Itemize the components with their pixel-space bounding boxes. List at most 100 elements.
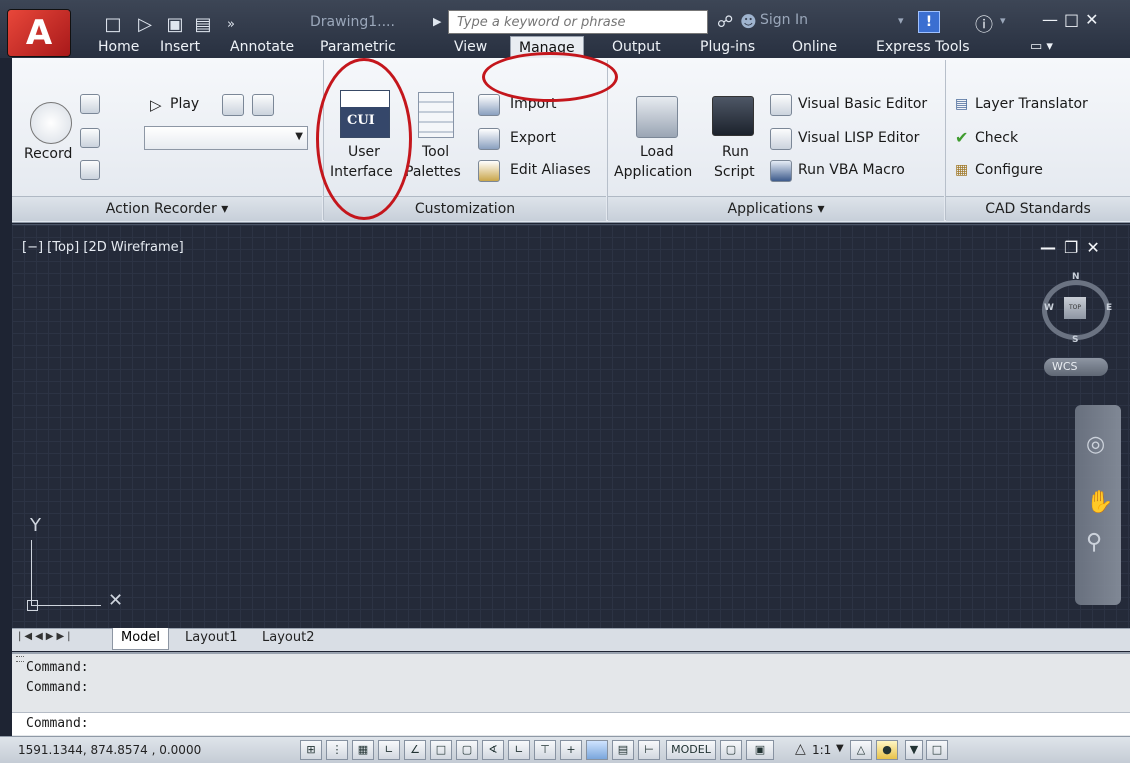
tab-view[interactable]: View	[454, 36, 487, 58]
ortho-mode-icon[interactable]: ∟	[378, 740, 400, 760]
selection-cycling-icon[interactable]: ⊢	[638, 740, 660, 760]
status-menu-icon[interactable]: ▼	[905, 740, 923, 760]
tab-output[interactable]: Output	[612, 36, 661, 58]
infer-constraints-icon[interactable]: ⊞	[300, 740, 322, 760]
object-snap-tracking-icon[interactable]: ∢	[482, 740, 504, 760]
viewport-close-icon[interactable]: ✕	[1086, 238, 1107, 257]
save-icon[interactable]: ▣	[162, 12, 188, 38]
lineweight-icon[interactable]: +	[560, 740, 582, 760]
record-icon[interactable]	[30, 102, 72, 144]
load-application-label-2[interactable]: Application	[614, 164, 692, 180]
grid-display-icon[interactable]: ▦	[352, 740, 374, 760]
visual-lisp-editor-icon[interactable]	[770, 128, 792, 150]
binoculars-icon[interactable]: ☍	[717, 12, 733, 31]
drawing-viewport[interactable]	[12, 224, 1130, 629]
tab-online[interactable]: Online	[792, 36, 837, 58]
configure-icon[interactable]: ▦	[955, 162, 968, 178]
viewport-minimize-icon[interactable]: —	[1040, 238, 1064, 257]
tab-annotate[interactable]: Annotate	[230, 36, 294, 58]
layer-translator-icon[interactable]: ▤	[955, 96, 968, 112]
command-input-line[interactable]	[12, 712, 1130, 735]
annotation-scale-value[interactable]: 1:1	[812, 743, 831, 757]
object-snap-icon[interactable]: □	[430, 740, 452, 760]
annotation-visibility-icon[interactable]: △	[850, 740, 872, 760]
check-icon[interactable]: ✔	[955, 128, 968, 147]
viewport-restore-icon[interactable]: ❐	[1064, 238, 1086, 257]
action-recorder-group-title[interactable]: Action Recorder ▾	[12, 196, 322, 221]
previous-layout-icon[interactable]: ◀	[35, 631, 46, 642]
new-file-icon[interactable]: □	[100, 12, 126, 38]
request-user-input-icon[interactable]	[80, 128, 100, 148]
preference-icon[interactable]	[222, 94, 244, 116]
load-application-label-1[interactable]: Load	[640, 144, 674, 160]
dynamic-input-icon[interactable]: ⊤	[534, 740, 556, 760]
check-label[interactable]: Check	[975, 130, 1018, 146]
viewport-controls-label[interactable]: [−] [Top] [2D Wireframe]	[22, 240, 184, 255]
minimize-icon[interactable]: —	[1042, 10, 1064, 29]
open-file-icon[interactable]: ▷	[132, 12, 158, 38]
configure-label[interactable]: Configure	[975, 162, 1043, 178]
visual-lisp-editor-label[interactable]: Visual LISP Editor	[798, 130, 919, 146]
export-icon[interactable]	[478, 128, 500, 150]
search-input[interactable]	[455, 14, 711, 31]
record-button-label[interactable]: Record	[24, 146, 72, 162]
clean-screen-icon[interactable]: □	[926, 740, 948, 760]
viewcube-top-face[interactable]: TOP	[1064, 297, 1086, 319]
3d-object-snap-icon[interactable]: ▢	[456, 740, 478, 760]
tab-express-tools[interactable]: Express Tools	[876, 36, 970, 58]
sign-in-link[interactable]: Sign In	[760, 12, 808, 28]
play-icon[interactable]: ▷	[150, 96, 162, 114]
coordinate-readout[interactable]: 1591.1344, 874.8574 , 0.0000	[18, 743, 201, 757]
tab-plug-ins[interactable]: Plug-ins	[700, 36, 755, 58]
help-dropdown-icon[interactable]: ▾	[1000, 14, 1006, 27]
visual-basic-editor-icon[interactable]	[770, 94, 792, 116]
run-vba-macro-icon[interactable]	[770, 160, 792, 182]
next-layout-icon[interactable]: ▶	[46, 631, 57, 642]
search-expand-icon[interactable]: ▶	[433, 15, 441, 28]
qat-overflow-icon[interactable]: »	[218, 12, 244, 38]
visual-basic-editor-label[interactable]: Visual Basic Editor	[798, 96, 927, 112]
edit-aliases-button-label[interactable]: Edit Aliases	[510, 162, 591, 178]
last-layout-icon[interactable]: ▶|	[56, 631, 73, 642]
tab-layout2[interactable]: Layout2	[262, 630, 314, 645]
exchange-icon[interactable]: !	[918, 11, 940, 33]
steering-wheel-icon[interactable]: ◎	[1086, 432, 1105, 457]
tool-palettes-label-1[interactable]: Tool	[422, 144, 449, 160]
export-button-label[interactable]: Export	[510, 130, 556, 146]
annotation-scale-icon[interactable]: △	[795, 741, 806, 757]
tab-parametric[interactable]: Parametric	[320, 36, 396, 58]
ribbon-minimize-icon[interactable]: ▭ ▾	[1030, 36, 1053, 58]
maximize-icon[interactable]: □	[1064, 10, 1085, 29]
layer-translator-label[interactable]: Layer Translator	[975, 96, 1088, 112]
applications-group-title[interactable]: Applications ▾	[608, 196, 944, 221]
help-icon[interactable]: ⓘ	[975, 11, 993, 37]
pan-hand-icon[interactable]: ✋	[1086, 490, 1113, 515]
tab-model[interactable]: Model	[112, 628, 170, 650]
command-grip-icon[interactable]	[16, 656, 24, 662]
quick-view-layouts-icon[interactable]: ▢	[720, 740, 742, 760]
insert-base-point-icon[interactable]	[80, 160, 100, 180]
action-macro-select[interactable]: ▼	[144, 126, 308, 150]
annotation-scale-dropdown-icon[interactable]: ▼	[836, 743, 844, 754]
tool-palettes-icon[interactable]	[418, 92, 454, 138]
dynamic-ucs-icon[interactable]: ∟	[508, 740, 530, 760]
load-application-icon[interactable]	[636, 96, 678, 138]
isolate-objects-icon[interactable]: ●	[876, 740, 898, 760]
wcs-menu[interactable]: WCS	[1044, 358, 1108, 376]
import-icon[interactable]	[478, 94, 500, 116]
dropdown-arrow-icon[interactable]: ▾	[898, 14, 904, 27]
close-icon[interactable]: ✕	[1085, 10, 1104, 29]
run-script-icon[interactable]	[712, 96, 754, 136]
first-layout-icon[interactable]: |◀	[18, 631, 35, 642]
zoom-extents-icon[interactable]: ⚲	[1086, 530, 1102, 555]
tab-home[interactable]: Home	[98, 36, 139, 58]
snap-mode-icon[interactable]: ⋮	[326, 740, 348, 760]
run-script-label-1[interactable]: Run	[722, 144, 749, 160]
edit-aliases-icon[interactable]	[478, 160, 500, 182]
tab-layout1[interactable]: Layout1	[185, 630, 237, 645]
insert-message-icon[interactable]	[80, 94, 100, 114]
run-script-label-2[interactable]: Script	[714, 164, 755, 180]
run-vba-macro-label[interactable]: Run VBA Macro	[798, 162, 905, 178]
application-menu-button[interactable]: A	[8, 10, 70, 56]
play-button-label[interactable]: Play	[170, 96, 199, 112]
